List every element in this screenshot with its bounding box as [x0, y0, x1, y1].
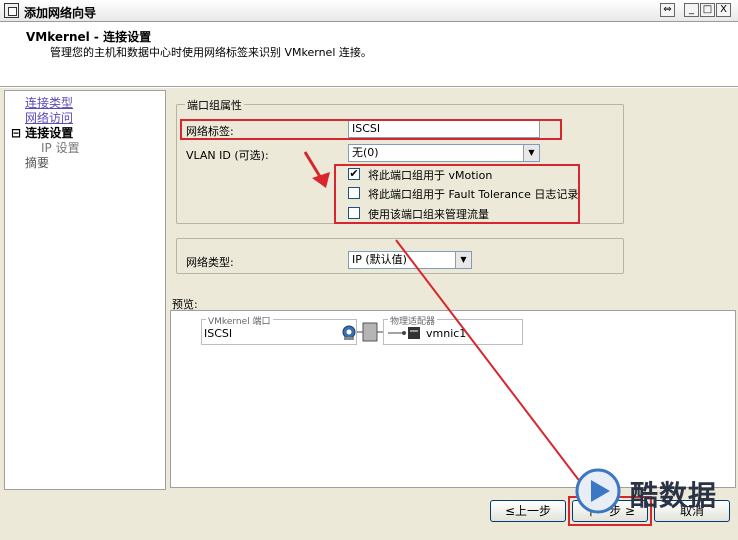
- annotation-arrows: [303, 151, 601, 509]
- watermark-logo-icon: [575, 468, 621, 514]
- watermark-text: 酷数据: [630, 479, 718, 512]
- watermark: 酷数据: [574, 468, 724, 514]
